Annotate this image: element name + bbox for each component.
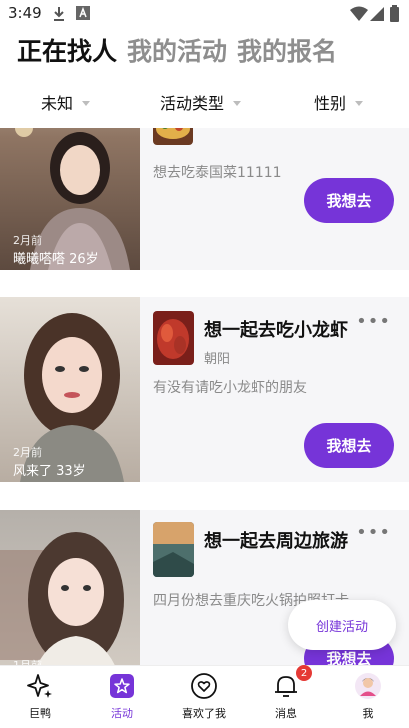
- activity-thumbnail: [153, 311, 194, 365]
- tab-my-activities[interactable]: 我的活动: [127, 36, 227, 68]
- user-meta: 1月前: [13, 657, 42, 665]
- activity-card[interactable]: 2月前 风来了 33岁 想一起去吃小龙虾 ••• 朝阳 有没有请吃小龙虾的朋友 …: [0, 297, 409, 482]
- activity-panel: 想一起去吃小龙虾 ••• 朝阳 有没有请吃小龙虾的朋友 我想去: [140, 297, 409, 482]
- activity-location: 朝阳: [204, 352, 231, 367]
- tab-my-signups[interactable]: 我的报名: [237, 36, 337, 68]
- nav-label: 活动: [111, 707, 133, 720]
- post-time: 2月前: [13, 446, 42, 459]
- signal-icon: [370, 7, 384, 21]
- status-time: 3:49: [8, 4, 42, 22]
- activity-panel: 想去吃泰国菜11111 我想去: [140, 128, 409, 270]
- filter-location-label: 未知: [41, 94, 74, 113]
- filter-gender[interactable]: 性别: [314, 90, 364, 114]
- activity-description: 有没有请吃小龙虾的朋友: [153, 380, 307, 396]
- activity-list[interactable]: 2月前 曦曦嗒嗒 26岁 想去吃泰国菜11111 我想去 2月前 风来了 33岁…: [0, 128, 409, 665]
- user-photo[interactable]: 1月前: [0, 510, 140, 665]
- activity-card[interactable]: 2月前 曦曦嗒嗒 26岁 想去吃泰国菜11111 我想去: [0, 128, 409, 270]
- activity-description: 想去吃泰国菜11111: [153, 165, 282, 181]
- filter-bar: 未知 活动类型 性别: [0, 90, 409, 120]
- status-bar: 3:49: [0, 0, 409, 28]
- portrait-image: [0, 532, 124, 665]
- travel-image: [153, 522, 194, 577]
- caret-down-icon: [355, 100, 364, 106]
- user-name-age: 风来了 33岁: [13, 464, 86, 479]
- nav-item-activities[interactable]: 活动: [82, 666, 162, 728]
- filter-activity-type-label: 活动类型: [160, 94, 225, 113]
- activity-thumbnail: [153, 128, 193, 145]
- avatar-icon: [355, 673, 381, 699]
- nav-item-messages[interactable]: 消息: [246, 666, 326, 728]
- post-time: 1月前: [13, 657, 42, 665]
- activity-title: 想一起去周边旅游: [204, 531, 348, 552]
- more-options-icon[interactable]: •••: [356, 311, 391, 332]
- activity-thumbnail: [153, 522, 194, 577]
- nav-item-home[interactable]: 巨鸭: [0, 666, 80, 728]
- filter-gender-label: 性别: [314, 94, 347, 113]
- create-activity-button[interactable]: 创建活动: [288, 600, 396, 650]
- nav-label: 消息: [275, 707, 297, 720]
- nav-label: 我: [362, 707, 374, 720]
- nav-label: 喜欢了我: [182, 707, 226, 720]
- nav-item-me[interactable]: 我: [328, 666, 408, 728]
- nav-item-liked-me[interactable]: 喜欢了我: [164, 666, 244, 728]
- nav-label: 巨鸭: [29, 707, 51, 720]
- filter-activity-type[interactable]: 活动类型: [160, 90, 242, 114]
- user-photo[interactable]: 2月前 风来了 33岁: [0, 297, 140, 482]
- crayfish-image: [157, 319, 189, 359]
- star-square-icon: [110, 674, 134, 698]
- tab-looking-for-people[interactable]: 正在找人: [17, 36, 117, 68]
- wifi-icon: [350, 6, 368, 21]
- keyboard-a-icon: [76, 6, 90, 20]
- battery-icon: [390, 5, 399, 22]
- user-name-age: 曦曦嗒嗒 26岁: [13, 252, 99, 267]
- download-icon: [54, 7, 64, 21]
- more-options-icon[interactable]: •••: [356, 522, 391, 543]
- header-tabs: 正在找人 我的活动 我的报名: [17, 34, 347, 68]
- want-to-go-button[interactable]: 我想去: [304, 178, 394, 223]
- user-photo[interactable]: 2月前 曦曦嗒嗒 26岁: [0, 128, 140, 270]
- caret-down-icon: [233, 100, 242, 106]
- activity-title: 想一起去吃小龙虾: [204, 320, 348, 341]
- want-to-go-button[interactable]: 我想去: [304, 423, 394, 468]
- post-time: 2月前: [13, 234, 42, 247]
- caret-down-icon: [82, 100, 91, 106]
- food-image: [156, 128, 190, 139]
- user-meta: 2月前 曦曦嗒嗒 26岁: [13, 232, 99, 267]
- messages-badge: 2: [296, 665, 312, 681]
- heart-circle-icon: [191, 673, 217, 699]
- bottom-nav: 巨鸭 活动 喜欢了我 消息 我: [0, 665, 409, 728]
- sparkle-icon: [27, 674, 52, 698]
- user-meta: 2月前 风来了 33岁: [13, 444, 86, 479]
- filter-location[interactable]: 未知: [41, 90, 91, 114]
